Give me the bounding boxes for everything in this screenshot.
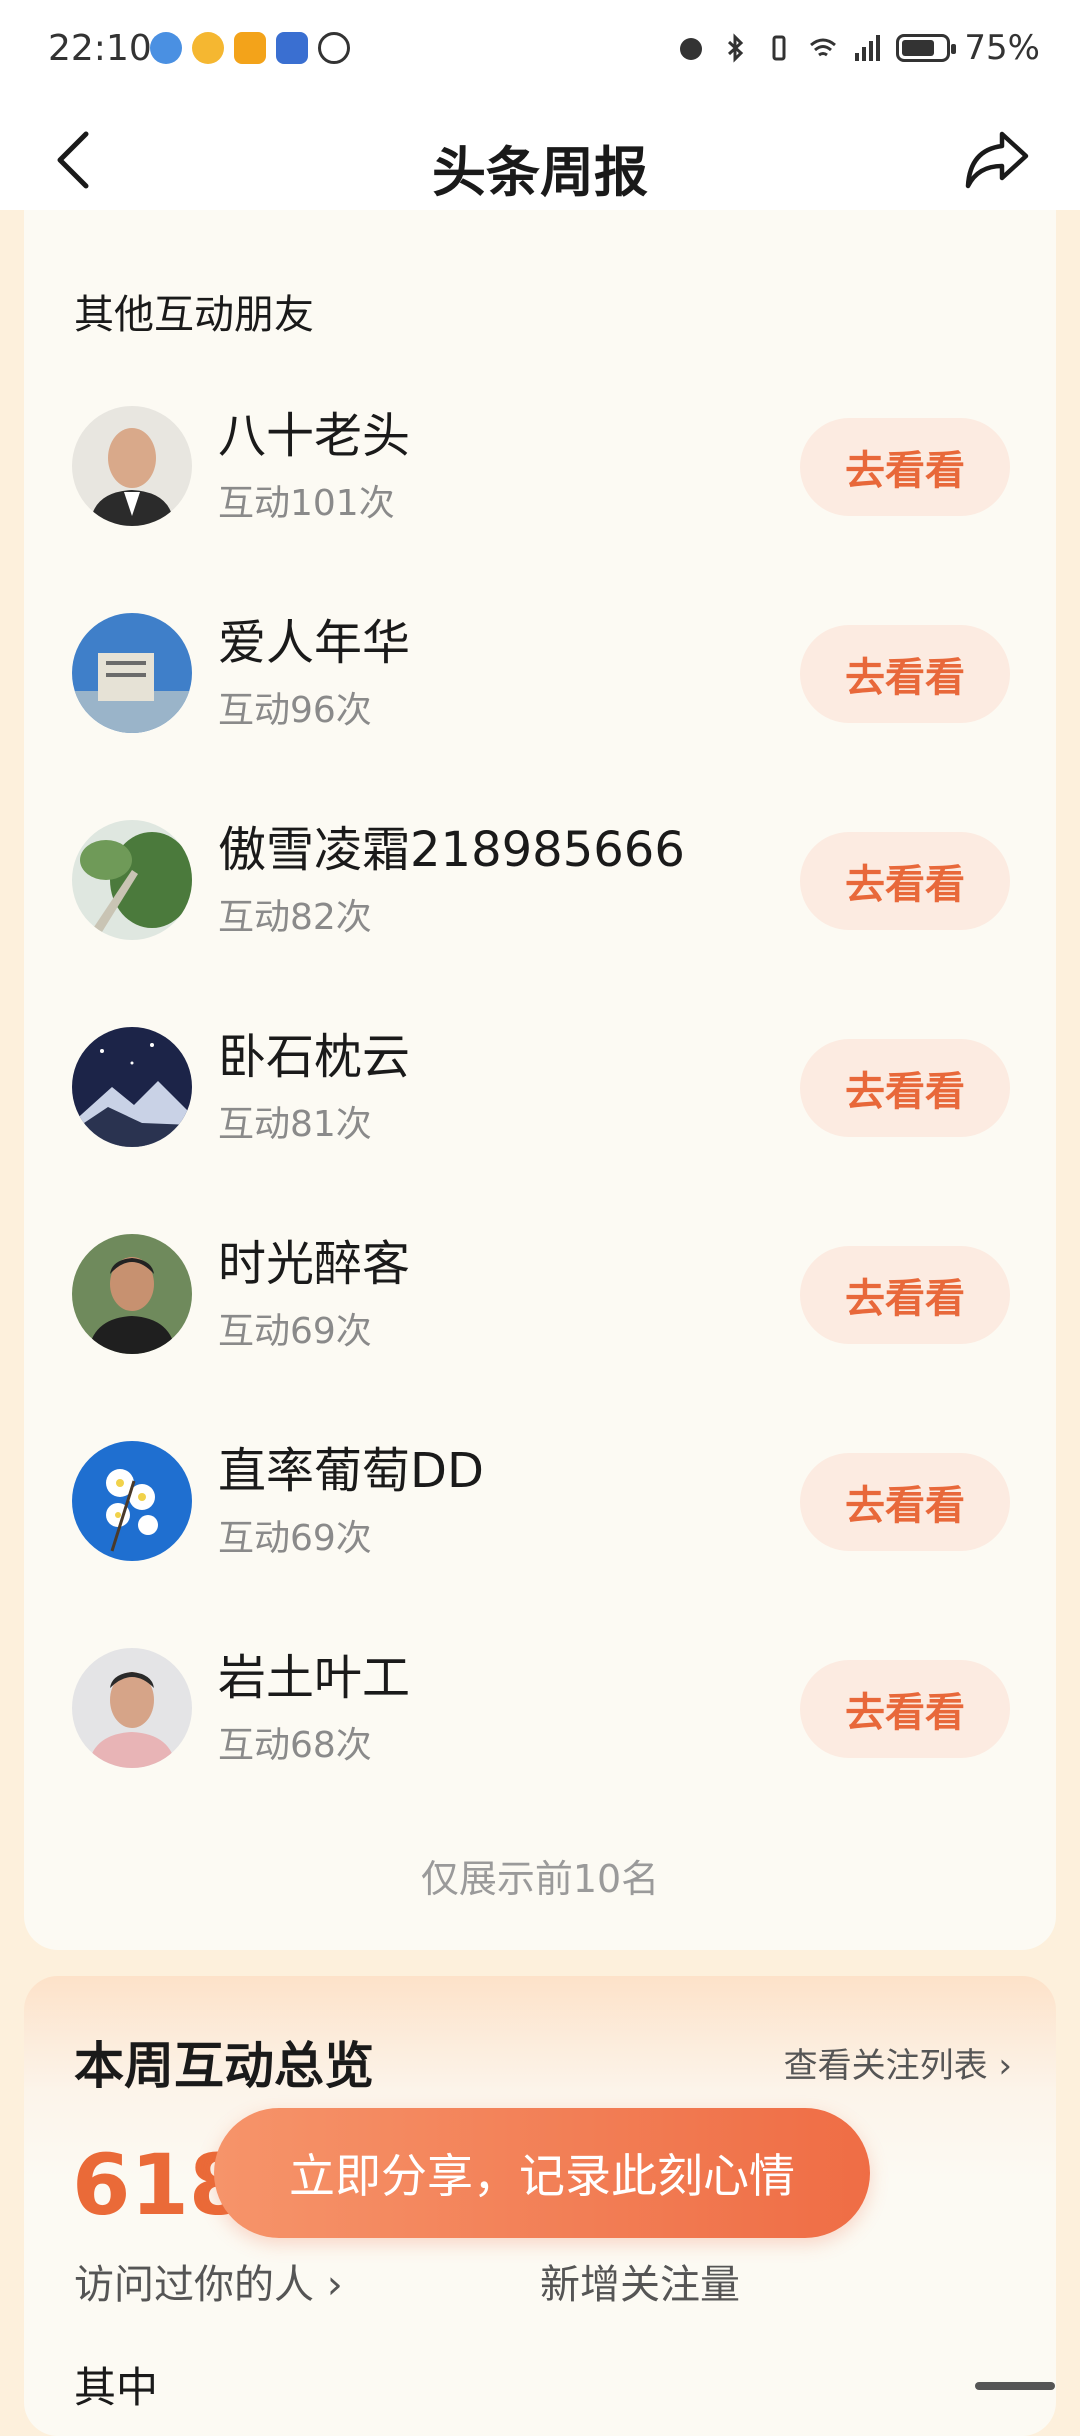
friend-name: 岩土叶工 xyxy=(218,1650,411,1706)
vibrate-icon xyxy=(772,35,786,61)
app-notification-icon xyxy=(234,32,266,64)
app-notification-icon xyxy=(276,32,308,64)
view-button[interactable]: 去看看 xyxy=(800,1453,1010,1551)
interaction-count: 互动68次 xyxy=(218,1725,372,1766)
visitors-link[interactable]: 访问过你的人 › xyxy=(74,2252,343,2310)
friend-name: 爱人年华 xyxy=(218,615,411,671)
view-button[interactable]: 去看看 xyxy=(800,1246,1010,1344)
friend-row[interactable]: 傲雪凌霜218985666 互动82次 去看看 xyxy=(24,804,1056,1011)
avatar[interactable] xyxy=(72,406,192,526)
app-notification-icon xyxy=(150,32,182,64)
friend-name: 时光醉客 xyxy=(218,1236,411,1292)
view-button[interactable]: 去看看 xyxy=(800,832,1010,930)
status-time: 22:10 xyxy=(48,28,152,69)
view-button[interactable]: 去看看 xyxy=(800,1660,1010,1758)
status-indicators: 75% xyxy=(676,28,1040,68)
view-button[interactable]: 去看看 xyxy=(800,625,1010,723)
friend-name: 八十老头 xyxy=(218,408,411,464)
overview-subtitle: 其中 xyxy=(74,2363,159,2412)
follow-list-link[interactable]: 查看关注列表 › xyxy=(784,2038,1012,2087)
interaction-count: 互动81次 xyxy=(218,1104,372,1145)
view-button[interactable]: 去看看 xyxy=(800,1039,1010,1137)
avatar[interactable] xyxy=(72,1648,192,1768)
notification-icons xyxy=(150,32,350,64)
wifi-icon xyxy=(810,38,837,57)
friends-card: 其他互动朋友 八十老头 互动101次 去看看 爱人年华 互动96次 去看看 傲雪… xyxy=(24,210,1056,1950)
view-button[interactable]: 去看看 xyxy=(800,418,1010,516)
friend-row[interactable]: 卧石枕云 互动81次 去看看 xyxy=(24,1011,1056,1218)
app-notification-icon xyxy=(192,32,224,64)
status-bar: 22:10 75% xyxy=(0,0,1080,100)
section-title: 其他互动朋友 xyxy=(74,292,314,338)
friend-name: 傲雪凌霜218985666 xyxy=(218,822,685,878)
share-arrow-icon[interactable] xyxy=(964,128,1030,190)
interaction-count: 互动69次 xyxy=(218,1311,372,1352)
friend-row[interactable]: 岩土叶工 互动68次 去看看 xyxy=(24,1632,1056,1839)
friend-row[interactable]: 时光醉客 互动69次 去看看 xyxy=(24,1218,1056,1425)
home-indicator[interactable] xyxy=(975,2382,1055,2390)
avatar[interactable] xyxy=(72,1027,192,1147)
avatar[interactable] xyxy=(72,613,192,733)
avatar[interactable] xyxy=(72,1441,192,1561)
interaction-count: 互动69次 xyxy=(218,1518,372,1559)
battery-percent: 75% xyxy=(964,28,1040,68)
share-now-button[interactable]: 立即分享，记录此刻心情 xyxy=(214,2108,870,2238)
battery-icon xyxy=(896,34,957,62)
page-title: 头条周报 xyxy=(432,141,648,204)
bluetooth-icon xyxy=(728,33,744,63)
alarm-icon xyxy=(680,38,703,60)
interaction-count: 互动96次 xyxy=(218,690,372,731)
friend-row[interactable]: 直率葡萄DD 互动69次 去看看 xyxy=(24,1425,1056,1632)
app-header: 头条周报 xyxy=(0,100,1080,210)
signal-icon xyxy=(855,35,881,61)
friend-name: 直率葡萄DD xyxy=(218,1443,484,1499)
friend-row[interactable]: 爱人年华 互动96次 去看看 xyxy=(24,597,1056,804)
avatar[interactable] xyxy=(72,820,192,940)
friend-row[interactable]: 八十老头 互动101次 去看看 xyxy=(24,390,1056,597)
top10-note: 仅展示前10名 xyxy=(420,1857,660,1901)
friend-name: 卧石枕云 xyxy=(218,1029,411,1085)
app-notification-icon xyxy=(318,32,350,64)
overview-title: 本周互动总览 xyxy=(74,2037,374,2095)
interaction-count: 互动101次 xyxy=(218,483,395,524)
new-follow-label: 新增关注量 xyxy=(540,2262,740,2308)
interaction-count: 互动82次 xyxy=(218,897,372,938)
avatar[interactable] xyxy=(72,1234,192,1354)
